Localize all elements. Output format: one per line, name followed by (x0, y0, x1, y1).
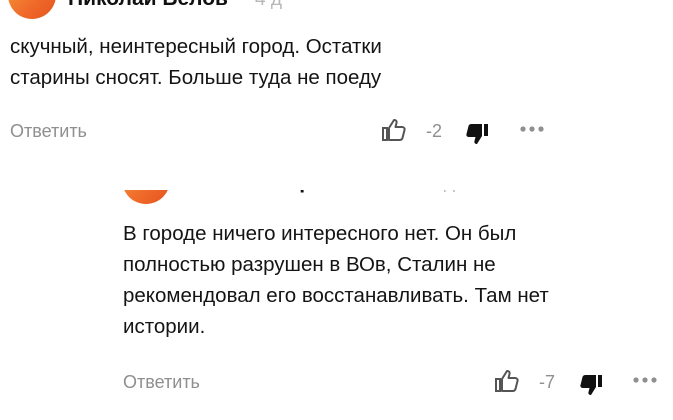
comment-text: В городе ничего интересного нет. Он был … (123, 218, 663, 342)
comment-text-line: полностью разрушен в ВОв, Сталин не (123, 253, 496, 276)
comment-text-line: рекомендовал его восстанавливать. Там не… (123, 284, 549, 307)
reply-comment: Светлана Красавина 3 д В городе ничего и… (0, 0, 673, 420)
thumbs-up-icon[interactable] (494, 368, 520, 394)
clip-mask (172, 150, 482, 187)
comment-text-line: В городе ничего интересного нет. Он был (123, 222, 517, 245)
more-dots-icon[interactable] (632, 375, 658, 385)
rating-count: -7 (539, 372, 556, 392)
reply-button[interactable]: Ответить (123, 372, 200, 393)
comment-text-line: истории. (123, 315, 206, 338)
thumbs-down-icon[interactable] (578, 372, 604, 398)
